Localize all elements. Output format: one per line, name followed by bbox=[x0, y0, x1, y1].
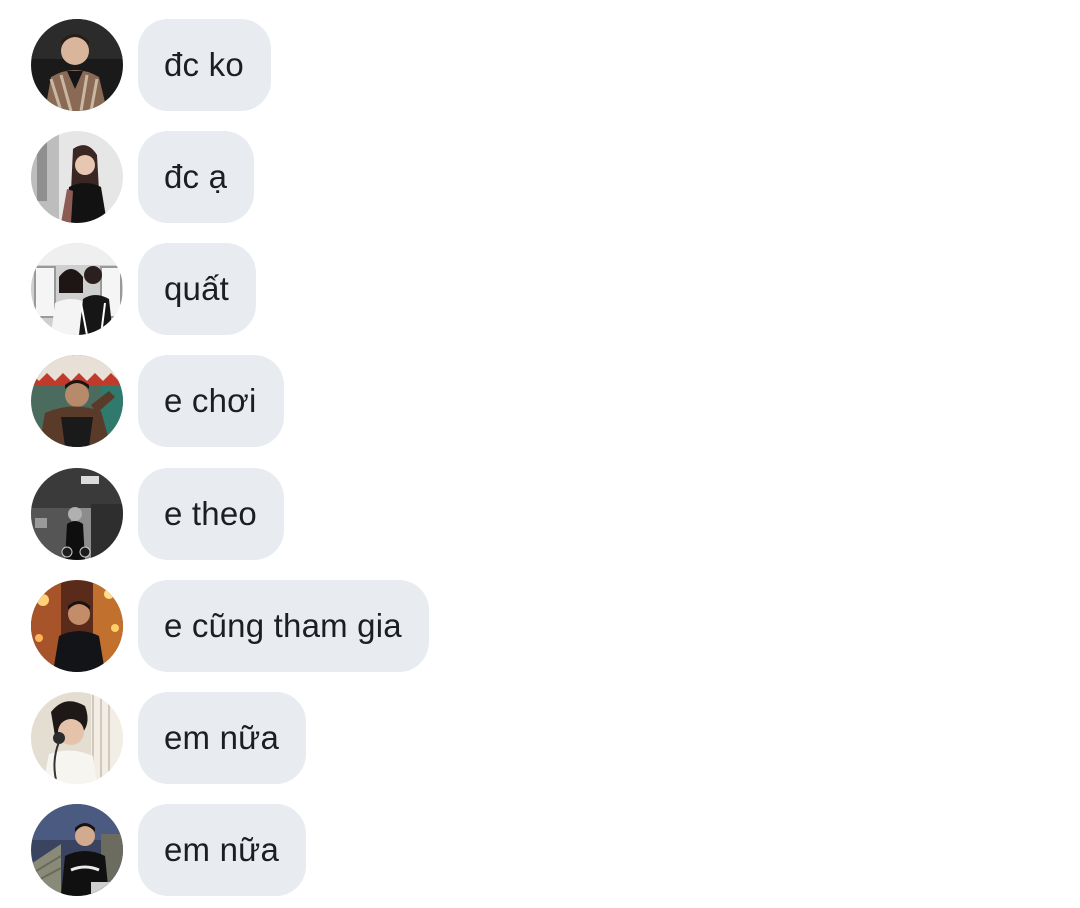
comment-row: đc ạ bbox=[31, 131, 255, 223]
comment-row: đc ko bbox=[31, 19, 271, 111]
comment-row: e cũng tham gia bbox=[31, 580, 429, 672]
user-avatar-icon[interactable] bbox=[31, 692, 123, 784]
comment-bubble[interactable]: đc ạ bbox=[138, 131, 255, 223]
comment-bubble[interactable]: đc ko bbox=[138, 19, 271, 111]
comment-row: e theo bbox=[31, 468, 284, 560]
user-avatar-icon[interactable] bbox=[31, 468, 123, 560]
comment-row: em nữa bbox=[31, 692, 307, 784]
user-avatar-icon bbox=[31, 468, 123, 560]
user-avatar-icon bbox=[31, 19, 123, 111]
user-avatar-icon[interactable] bbox=[31, 19, 123, 111]
comment-bubble[interactable]: em nữa bbox=[138, 692, 307, 784]
user-avatar-icon bbox=[31, 804, 123, 896]
comment-row: e chơi bbox=[31, 355, 284, 447]
user-avatar-icon bbox=[31, 692, 123, 784]
comment-bubble[interactable]: em nữa bbox=[138, 804, 307, 896]
user-avatar-icon[interactable] bbox=[31, 580, 123, 672]
user-avatar-icon bbox=[31, 355, 123, 447]
comment-list: đc ko đc ạ quất e chơi e theo e cũng tha… bbox=[0, 0, 1080, 908]
user-avatar-icon bbox=[31, 131, 123, 223]
user-avatar-icon[interactable] bbox=[31, 243, 123, 335]
user-avatar-icon bbox=[31, 580, 123, 672]
user-avatar-icon[interactable] bbox=[31, 131, 123, 223]
comment-row: quất bbox=[31, 243, 257, 335]
user-avatar-icon[interactable] bbox=[31, 804, 123, 896]
comment-bubble[interactable]: e cũng tham gia bbox=[138, 580, 429, 672]
comment-bubble[interactable]: quất bbox=[138, 243, 257, 335]
user-avatar-icon bbox=[31, 243, 123, 335]
user-avatar-icon[interactable] bbox=[31, 355, 123, 447]
comment-bubble[interactable]: e theo bbox=[138, 468, 284, 560]
comment-row: em nữa bbox=[31, 804, 307, 896]
comment-bubble[interactable]: e chơi bbox=[138, 355, 284, 447]
